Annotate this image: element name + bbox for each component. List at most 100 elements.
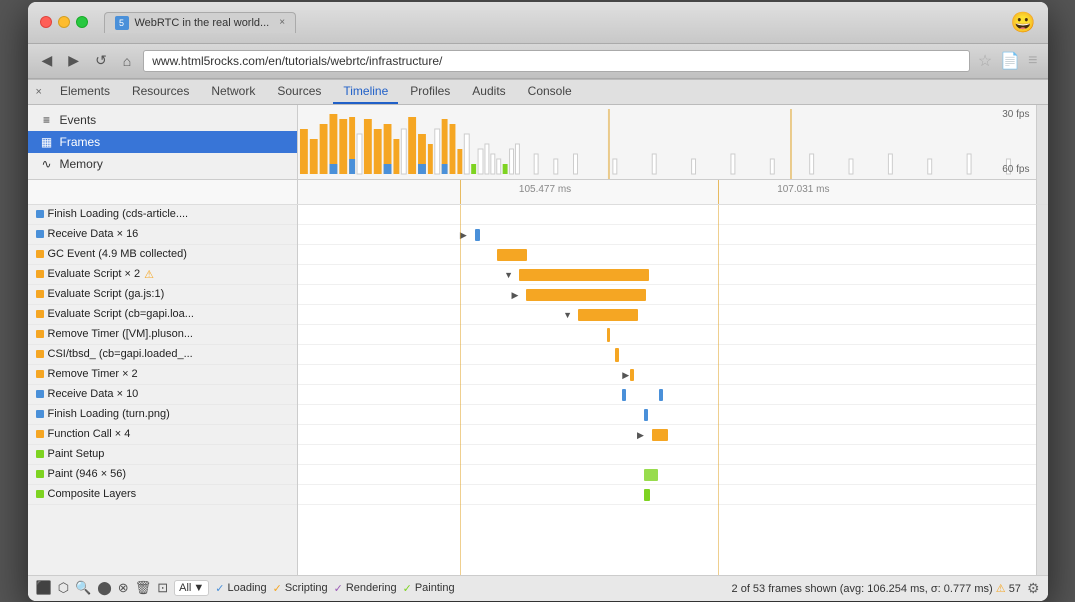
page-action-icon[interactable]: 📄: [1000, 51, 1020, 71]
tab-timeline[interactable]: Timeline: [333, 80, 398, 104]
expand-icon2: ▶: [512, 290, 519, 301]
emoji-icon: 😀: [1011, 10, 1036, 35]
select-icon[interactable]: ⊡: [157, 580, 168, 596]
tl-bar-orange: [497, 249, 527, 261]
record-icon[interactable]: ⬛: [36, 580, 52, 596]
title-bar: 5 WebRTC in the real world... × 😀: [28, 2, 1048, 44]
tl-bar-green2: [644, 489, 650, 501]
list-item[interactable]: Composite Layers: [28, 485, 297, 505]
tl-row-remove2: ▶: [298, 365, 1036, 385]
stop-icon[interactable]: ⊗: [118, 580, 129, 596]
reload-button[interactable]: ↺: [91, 50, 111, 71]
tl-row-gc: [298, 245, 1036, 265]
timeline-chart: 30 fps 60 fps: [298, 105, 1036, 180]
tl-row-paint-setup: [298, 445, 1036, 465]
event-dot: [36, 450, 44, 458]
list-item[interactable]: CSI/tbsd_ (cb=gapi.loaded_...: [28, 345, 297, 365]
list-item[interactable]: Remove Timer × 2: [28, 365, 297, 385]
painting-check-icon: ✓: [403, 582, 412, 595]
tl-row-finish-loading: [298, 205, 1036, 225]
back-button[interactable]: ◀: [38, 50, 57, 71]
tl-row-receive-data: ▶: [298, 225, 1036, 245]
list-item[interactable]: Function Call × 4: [28, 425, 297, 445]
list-item[interactable]: Paint Setup: [28, 445, 297, 465]
settings-gear-icon[interactable]: ⚙: [1027, 580, 1040, 597]
list-item[interactable]: GC Event (4.9 MB collected): [28, 245, 297, 265]
trash-icon[interactable]: 🗑: [135, 580, 152, 596]
home-button[interactable]: ⌂: [119, 51, 135, 71]
expand-icon: ▶: [460, 230, 467, 241]
list-item[interactable]: Evaluate Script × 2 ⚠: [28, 265, 297, 285]
list-item[interactable]: Remove Timer ([VM].pluson...: [28, 325, 297, 345]
minimize-button[interactable]: [58, 16, 70, 28]
menu-icon[interactable]: ≡: [1028, 52, 1037, 70]
frames-shown: 2 of 53 frames shown: [732, 583, 837, 595]
tl-bar-orange-long: [519, 269, 649, 281]
left-event-panel: Finish Loading (cds-article.... Receive …: [28, 205, 298, 575]
list-item[interactable]: Paint (946 × 56): [28, 465, 297, 485]
browser-tab[interactable]: 5 WebRTC in the real world... ×: [104, 12, 297, 33]
event-dot: [36, 330, 44, 338]
tab-favicon: 5: [115, 16, 129, 30]
panel-events[interactable]: ≡ Events: [28, 109, 297, 131]
tl-bar-blue4: [644, 409, 648, 421]
list-item[interactable]: Finish Loading (turn.png): [28, 405, 297, 425]
right-scrollbar[interactable]: [1036, 205, 1048, 575]
tl-row-finish2: [298, 405, 1036, 425]
bookmark-star-icon[interactable]: ☆: [978, 51, 992, 71]
list-item[interactable]: Evaluate Script (cb=gapi.loa...: [28, 305, 297, 325]
timeline-visualization: ▶ ▼ ▶: [298, 205, 1036, 575]
scripting-filter[interactable]: ✓ Scripting: [273, 582, 328, 595]
tl-bar-small3: [630, 369, 634, 381]
search-icon[interactable]: 🔍: [75, 580, 91, 596]
scripting-label: Scripting: [285, 582, 328, 594]
rendering-filter[interactable]: ✓ Rendering: [334, 582, 397, 595]
call-stack-icon[interactable]: ⬡: [58, 580, 69, 596]
expand-icon4: ▶: [637, 430, 644, 441]
devtools-tabs: × Elements Resources Network Sources Tim…: [28, 79, 1048, 105]
record-circle-icon[interactable]: ⬤: [97, 580, 112, 596]
separator-line-2: [718, 205, 719, 575]
tab-bar: 5 WebRTC in the real world... ×: [104, 12, 1003, 33]
forward-button[interactable]: ▶: [64, 50, 83, 71]
list-item[interactable]: Receive Data × 16: [28, 225, 297, 245]
events-icon: ≡: [40, 113, 54, 127]
painting-filter[interactable]: ✓ Painting: [403, 582, 455, 595]
list-item[interactable]: Receive Data × 10: [28, 385, 297, 405]
list-item[interactable]: Finish Loading (cds-article....: [28, 205, 297, 225]
maximize-button[interactable]: [76, 16, 88, 28]
rendering-check-icon: ✓: [334, 582, 343, 595]
tl-row-paint: [298, 465, 1036, 485]
event-dot: [36, 470, 44, 478]
event-dot: [36, 270, 44, 278]
event-dot: [36, 210, 44, 218]
tab-sources[interactable]: Sources: [267, 80, 331, 104]
filter-dropdown[interactable]: All ▼: [174, 580, 209, 596]
status-bar: ⬛ ⬡ 🔍 ⬤ ⊗ 🗑 ⊡ All ▼ ✓ Loading ✓ Scriptin…: [28, 575, 1048, 601]
tl-row-composite: [298, 485, 1036, 505]
loading-filter[interactable]: ✓ Loading: [215, 582, 266, 595]
panel-frames[interactable]: ▦ Frames: [28, 131, 297, 153]
timeline-ruler-row: 105.477 ms 107.031 ms: [28, 180, 1048, 205]
panel-memory[interactable]: ∿ Memory: [28, 153, 297, 175]
tab-close-icon[interactable]: ×: [279, 17, 285, 28]
frames-avg: (avg: 106.254 ms, σ: 0.777 ms): [840, 583, 993, 595]
tab-network[interactable]: Network: [201, 80, 265, 104]
tab-console[interactable]: Console: [518, 80, 582, 104]
list-item[interactable]: Evaluate Script (ga.js:1): [28, 285, 297, 305]
main-content: Finish Loading (cds-article.... Receive …: [28, 205, 1048, 575]
loading-check-icon: ✓: [215, 582, 224, 595]
devtools-close-icon[interactable]: ×: [36, 86, 42, 98]
tl-row-csi: [298, 345, 1036, 365]
scrollbar[interactable]: [1036, 105, 1048, 180]
tab-title: WebRTC in the real world...: [135, 17, 270, 29]
tab-profiles[interactable]: Profiles: [400, 80, 460, 104]
timeline-ruler: 105.477 ms 107.031 ms: [298, 180, 1036, 204]
address-bar[interactable]: [143, 50, 970, 72]
tab-resources[interactable]: Resources: [122, 80, 199, 104]
event-dot: [36, 370, 44, 378]
close-button[interactable]: [40, 16, 52, 28]
chart-area: ≡ Events ▦ Frames ∿ Memory 30 fps 60 fps: [28, 105, 1048, 180]
tab-audits[interactable]: Audits: [462, 80, 515, 104]
tab-elements[interactable]: Elements: [50, 80, 120, 104]
